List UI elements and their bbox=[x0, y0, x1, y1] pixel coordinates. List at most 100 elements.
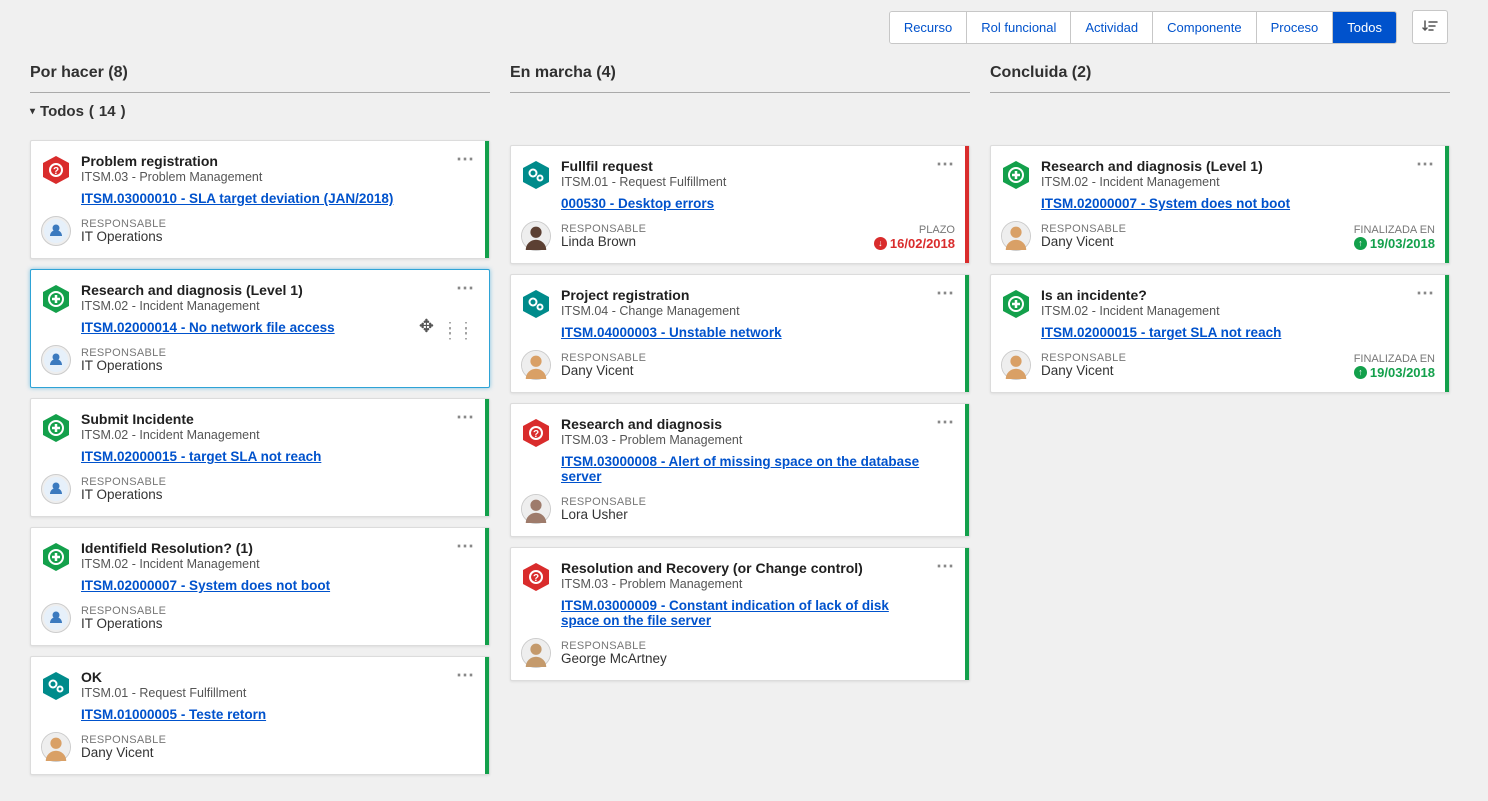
responsible-value: Linda Brown bbox=[561, 234, 646, 249]
sort-button[interactable] bbox=[1412, 10, 1448, 44]
card-title: Is an incidente? bbox=[1041, 287, 1435, 303]
card-subtitle: ITSM.03 - Problem Management bbox=[81, 170, 475, 184]
filter-todos[interactable]: Todos bbox=[1333, 12, 1396, 43]
status-stripe bbox=[485, 657, 489, 774]
task-card[interactable]: ⋯ ? Research and diagnosis ITSM.03 - Pro… bbox=[510, 403, 970, 537]
column-count: 2 bbox=[1077, 64, 1086, 81]
svg-text:?: ? bbox=[533, 429, 539, 440]
deadline-value: ↑ 19/03/2018 bbox=[1354, 365, 1435, 380]
column-title-text: En marcha bbox=[510, 64, 592, 81]
responsible-value: Dany Vicent bbox=[561, 363, 646, 378]
card-title: Identifield Resolution? (1) bbox=[81, 540, 475, 556]
group-header[interactable]: ▾ Todos (14) bbox=[30, 103, 490, 120]
more-options-icon[interactable]: ⋯ bbox=[456, 278, 475, 299]
deadline: PLAZO ↓ 16/02/2018 bbox=[874, 224, 955, 251]
avatar bbox=[41, 216, 71, 246]
card-body: OK ITSM.01 - Request Fulfillment ITSM.01… bbox=[81, 669, 475, 762]
card-title: Research and diagnosis (Level 1) bbox=[81, 282, 475, 298]
status-stripe bbox=[965, 146, 969, 263]
request-type-icon bbox=[521, 160, 551, 190]
more-options-icon[interactable]: ⋯ bbox=[1416, 283, 1435, 304]
responsible-text: RESPONSABLE IT Operations bbox=[81, 605, 166, 631]
card-title: Submit Incidente bbox=[81, 411, 475, 427]
svg-text:?: ? bbox=[53, 166, 59, 177]
task-card[interactable]: ⋯ Project registration ITSM.04 - Change … bbox=[510, 274, 970, 393]
filter-proceso[interactable]: Proceso bbox=[1257, 12, 1334, 43]
responsible-text: RESPONSABLE IT Operations bbox=[81, 476, 166, 502]
card-link[interactable]: ITSM.03000009 - Constant indication of l… bbox=[561, 598, 921, 628]
task-card[interactable]: ⋯ Research and diagnosis (Level 1) ITSM.… bbox=[990, 145, 1450, 264]
incident-type-icon bbox=[41, 413, 71, 443]
drag-handle-icon[interactable]: ⋮⋮⋮⋮ bbox=[443, 324, 475, 336]
card-body: Identifield Resolution? (1) ITSM.02 - In… bbox=[81, 540, 475, 633]
card-subtitle: ITSM.01 - Request Fulfillment bbox=[81, 686, 475, 700]
card-link[interactable]: 000530 - Desktop errors bbox=[561, 196, 714, 211]
incident-type-icon bbox=[1001, 289, 1031, 319]
card-subtitle: ITSM.03 - Problem Management bbox=[561, 577, 955, 591]
card-link[interactable]: ITSM.04000003 - Unstable network bbox=[561, 325, 782, 340]
status-stripe bbox=[965, 548, 969, 680]
more-options-icon[interactable]: ⋯ bbox=[936, 154, 955, 175]
more-options-icon[interactable]: ⋯ bbox=[936, 412, 955, 433]
task-card[interactable]: ⋯ Submit Incidente ITSM.02 - Incident Ma… bbox=[30, 398, 490, 517]
avatar bbox=[41, 732, 71, 762]
column-concluida: Concluida (2) ⋯ Research and diagnosis (… bbox=[990, 64, 1450, 785]
card-subtitle: ITSM.01 - Request Fulfillment bbox=[561, 175, 955, 189]
more-options-icon[interactable]: ⋯ bbox=[936, 283, 955, 304]
incident-type-icon bbox=[41, 542, 71, 572]
task-card[interactable]: ⋯ Fullfil request ITSM.01 - Request Fulf… bbox=[510, 145, 970, 264]
filter-recurso[interactable]: Recurso bbox=[890, 12, 967, 43]
more-options-icon[interactable]: ⋯ bbox=[456, 149, 475, 170]
arrow-up-icon: ↑ bbox=[1354, 237, 1367, 250]
more-options-icon[interactable]: ⋯ bbox=[456, 536, 475, 557]
filter-rol[interactable]: Rol funcional bbox=[967, 12, 1071, 43]
responsible-text: RESPONSABLE Dany Vicent bbox=[1041, 352, 1126, 378]
task-card[interactable]: ⋯ Identifield Resolution? (1) ITSM.02 - … bbox=[30, 527, 490, 646]
status-stripe bbox=[965, 275, 969, 392]
avatar bbox=[41, 603, 71, 633]
status-stripe bbox=[485, 399, 489, 516]
filter-componente[interactable]: Componente bbox=[1153, 12, 1256, 43]
card-link[interactable]: ITSM.02000015 - target SLA not reach bbox=[1041, 325, 1281, 340]
card-link[interactable]: ITSM.02000007 - System does not boot bbox=[1041, 196, 1290, 211]
card-link[interactable]: ITSM.02000014 - No network file access bbox=[81, 320, 335, 335]
more-options-icon[interactable]: ⋯ bbox=[456, 665, 475, 686]
responsible-text: RESPONSABLE George McArtney bbox=[561, 640, 667, 666]
more-options-icon[interactable]: ⋯ bbox=[1416, 154, 1435, 175]
card-link[interactable]: ITSM.03000008 - Alert of missing space o… bbox=[561, 454, 921, 484]
responsible-value: Dany Vicent bbox=[1041, 234, 1126, 249]
request-type-icon bbox=[41, 671, 71, 701]
column-count: 8 bbox=[114, 64, 123, 81]
responsible-text: RESPONSABLE Lora Usher bbox=[561, 496, 646, 522]
card-link[interactable]: ITSM.01000005 - Teste retorn bbox=[81, 707, 266, 722]
card-link[interactable]: ITSM.02000007 - System does not boot bbox=[81, 578, 330, 593]
task-card[interactable]: ⋯ Is an incidente? ITSM.02 - Incident Ma… bbox=[990, 274, 1450, 393]
responsible-row: RESPONSABLE Dany Vicent bbox=[41, 732, 475, 762]
responsible-row: RESPONSABLE Lora Usher bbox=[521, 494, 955, 524]
request-type-icon bbox=[521, 289, 551, 319]
filter-actividad[interactable]: Actividad bbox=[1071, 12, 1153, 43]
card-title: Project registration bbox=[561, 287, 955, 303]
responsible-row: RESPONSABLE IT Operations bbox=[41, 474, 475, 504]
responsible-row: RESPONSABLE IT Operations bbox=[41, 345, 475, 375]
sort-icon bbox=[1422, 18, 1438, 37]
task-card[interactable]: ⋯ ? Resolution and Recovery (or Change c… bbox=[510, 547, 970, 681]
arrow-down-icon: ↓ bbox=[874, 237, 887, 250]
card-link[interactable]: ITSM.03000010 - SLA target deviation (JA… bbox=[81, 191, 393, 206]
card-title: OK bbox=[81, 669, 475, 685]
group-label: Todos bbox=[40, 103, 84, 120]
responsible-value: IT Operations bbox=[81, 229, 166, 244]
card-subtitle: ITSM.02 - Incident Management bbox=[81, 299, 475, 313]
more-options-icon[interactable]: ⋯ bbox=[936, 556, 955, 577]
more-options-icon[interactable]: ⋯ bbox=[456, 407, 475, 428]
task-card[interactable]: ⋯ ✥ ⋮⋮⋮⋮ Research and diagnosis (Level 1… bbox=[30, 269, 490, 388]
responsible-value: Dany Vicent bbox=[81, 745, 166, 760]
card-body: Project registration ITSM.04 - Change Ma… bbox=[561, 287, 955, 380]
avatar bbox=[521, 350, 551, 380]
column-title-text: Concluida bbox=[990, 64, 1067, 81]
task-card[interactable]: ⋯ OK ITSM.01 - Request Fulfillment ITSM.… bbox=[30, 656, 490, 775]
task-card[interactable]: ⋯ ? Problem registration ITSM.03 - Probl… bbox=[30, 140, 490, 259]
avatar bbox=[41, 474, 71, 504]
deadline-label: FINALIZADA EN bbox=[1354, 353, 1435, 365]
card-link[interactable]: ITSM.02000015 - target SLA not reach bbox=[81, 449, 321, 464]
